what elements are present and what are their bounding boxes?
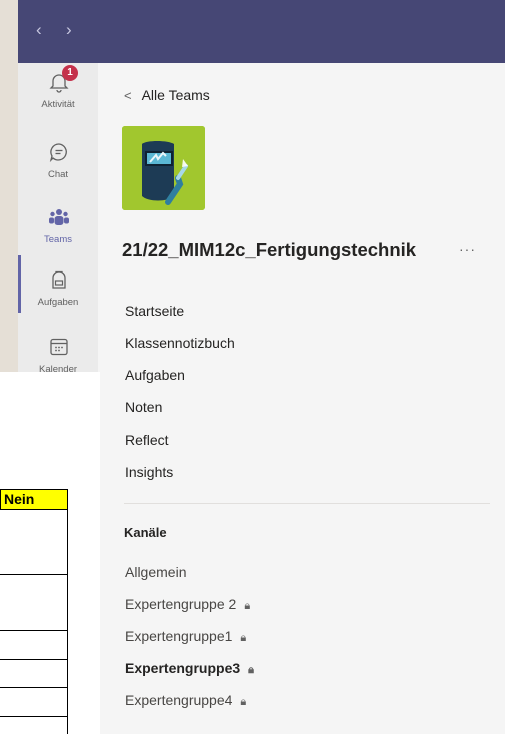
activity-badge: 1 <box>62 65 78 81</box>
tab-klassennotizbuch[interactable]: Klassennotizbuch <box>125 335 235 351</box>
team-title: 21/22_MIM12c_Fertigungstechnik <box>122 239 417 260</box>
lock-icon: 🔒︎ <box>240 632 247 644</box>
channel-allgemein[interactable]: Allgemein <box>125 564 186 580</box>
table-row-border <box>0 630 68 631</box>
title-bar: ‹ › <box>18 0 505 63</box>
rail-label: Teams <box>44 234 72 245</box>
chat-icon <box>49 143 67 163</box>
channel-label: Allgemein <box>125 564 187 580</box>
channel-expertengruppe1[interactable]: Expertengruppe1 🔒︎ <box>125 628 246 645</box>
lock-icon: 🔒︎ <box>248 664 254 676</box>
channel-expertengruppe4[interactable]: Expertengruppe4 🔒︎ <box>125 692 246 709</box>
rail-label: Aufgaben <box>37 297 79 308</box>
rail-label: Aktivität <box>41 99 75 110</box>
document-overlay: Nein <box>0 372 100 734</box>
channel-label: Expertengruppe3 <box>125 660 241 676</box>
calendar-icon <box>50 338 68 356</box>
back-arrow-icon[interactable]: ‹ <box>36 20 42 40</box>
tab-reflect[interactable]: Reflect <box>125 432 169 448</box>
team-logo <box>122 126 205 210</box>
tab-noten[interactable]: Noten <box>125 399 162 415</box>
table-border <box>67 510 68 734</box>
table-header-cell: Nein <box>0 489 68 510</box>
channel-label: Expertengruppe1 <box>125 628 233 644</box>
team-panel: < Alle Teams 21/22_MIM12c_Fertigungstechn… <box>98 63 505 734</box>
channel-label: Expertengruppe4 <box>125 692 233 708</box>
table-row-border <box>0 659 68 660</box>
more-options-icon[interactable]: ··· <box>459 241 476 257</box>
table-row-border <box>0 687 68 688</box>
all-teams-link[interactable]: < Alle Teams <box>124 87 210 103</box>
table-row-border <box>0 716 68 717</box>
divider <box>124 503 490 504</box>
header-cell-label: Nein <box>4 491 35 507</box>
table-row-border <box>0 574 68 575</box>
rail-item-teams[interactable]: Teams <box>18 198 98 260</box>
tab-startseite[interactable]: Startseite <box>125 303 184 319</box>
all-teams-label: Alle Teams <box>141 87 210 103</box>
lock-icon: 🔒︎ <box>240 696 247 708</box>
channel-expertengruppe3[interactable]: Expertengruppe3 🔒︎ <box>125 660 254 677</box>
rail-item-assignments[interactable]: Aufgaben <box>18 261 98 323</box>
rail-item-activity[interactable]: 1 Aktivität <box>18 63 98 125</box>
forward-arrow-icon[interactable]: › <box>66 20 72 40</box>
tab-aufgaben[interactable]: Aufgaben <box>125 367 185 383</box>
chevron-left-icon: < <box>124 88 132 103</box>
teams-icon <box>49 209 69 225</box>
lock-icon: 🔒︎ <box>244 600 251 612</box>
tab-insights[interactable]: Insights <box>125 464 173 480</box>
channels-heading: Kanäle <box>124 525 167 540</box>
rail-label: Chat <box>47 169 69 180</box>
welding-icon <box>122 126 205 210</box>
channel-expertengruppe-2[interactable]: Expertengruppe 2 🔒︎ <box>125 596 250 613</box>
rail-item-chat[interactable]: Chat <box>18 133 98 195</box>
channel-label: Expertengruppe 2 <box>125 596 237 612</box>
backpack-icon <box>52 270 66 289</box>
